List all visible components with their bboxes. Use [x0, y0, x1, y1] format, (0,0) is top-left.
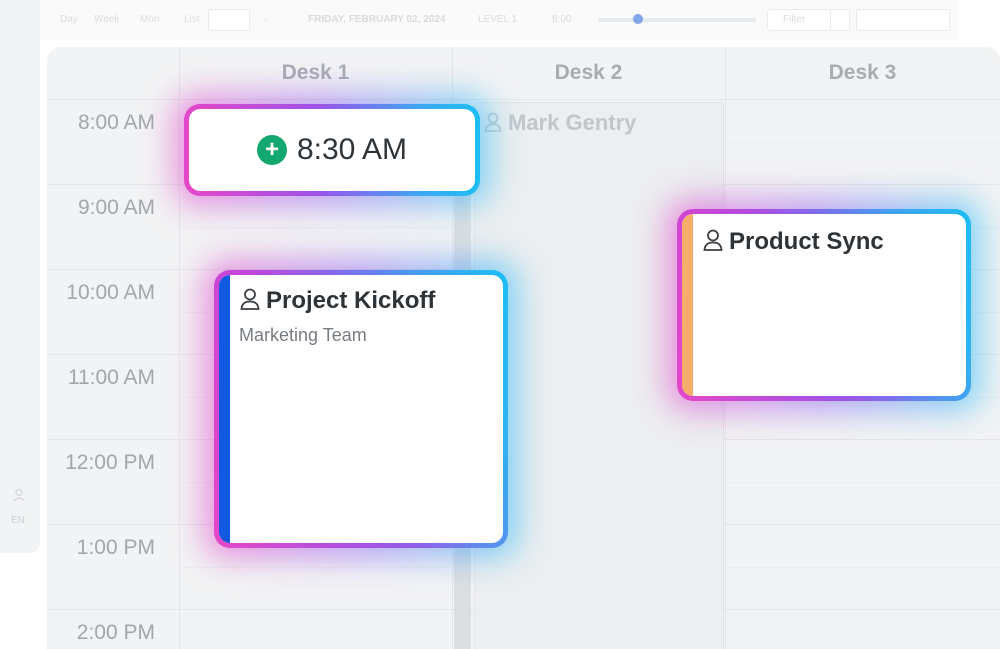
chevron-right-icon[interactable]: › [264, 14, 267, 25]
event-product-sync[interactable]: Product Sync [677, 209, 971, 401]
add-icon[interactable]: + [256, 135, 287, 165]
booking-person-name: Mark Gentry [508, 110, 637, 135]
view-month-tab[interactable]: Mon [140, 14, 159, 25]
toolbar: Day Week Mon List › FRIDAY, FEBRUARY 02,… [40, 0, 958, 40]
desk2-booking[interactable]: Mark Gentry [484, 110, 636, 136]
event-title: Product Sync [703, 228, 884, 256]
event-subtitle: Marketing Team [239, 325, 367, 345]
zoom-slider[interactable] [598, 18, 756, 22]
time-label-10am: 10:00 AM [66, 281, 155, 304]
filter-dropdown-button[interactable] [830, 9, 850, 31]
desk-header-3: Desk 3 [828, 61, 897, 84]
time-label-1pm: 1:00 PM [76, 536, 155, 559]
today-button[interactable] [208, 9, 250, 31]
new-booking-time-card[interactable]: + 8:30 AM [184, 104, 480, 196]
person-icon [240, 288, 260, 310]
view-day-tab[interactable]: Day [60, 14, 78, 25]
time-readout: 8:00 [552, 14, 572, 25]
side-panel: EN [0, 0, 40, 553]
view-list-tab[interactable]: List [184, 14, 200, 25]
person-icon [703, 229, 723, 251]
event-color-stripe [682, 214, 693, 396]
time-label-11am: 11:00 AM [67, 366, 155, 389]
user-icon[interactable] [12, 488, 26, 502]
time-label-12pm: 12:00 PM [65, 451, 155, 474]
settings-button[interactable] [856, 9, 950, 31]
desk-header-1: Desk 1 [281, 61, 350, 84]
language-code[interactable]: EN [11, 515, 25, 526]
event-color-stripe [219, 275, 230, 543]
desk-header-2: Desk 2 [554, 61, 623, 84]
time-label-8am: 8:00 AM [77, 111, 155, 134]
new-booking-time: 8:30 AM [296, 133, 408, 166]
event-title: Project Kickoff [240, 287, 435, 315]
time-label-2pm: 2:00 PM [76, 621, 155, 644]
time-label-9am: 9:00 AM [77, 196, 155, 219]
event-project-kickoff[interactable]: Project Kickoff Marketing Team [214, 270, 508, 548]
view-week-tab[interactable]: Week [94, 14, 119, 25]
zoom-slider-handle[interactable] [632, 14, 643, 24]
date-display[interactable]: FRIDAY, FEBRUARY 02, 2024 [308, 14, 445, 25]
filter-label: Filter [783, 14, 806, 25]
level-selector[interactable]: LEVEL 1 [478, 14, 517, 25]
